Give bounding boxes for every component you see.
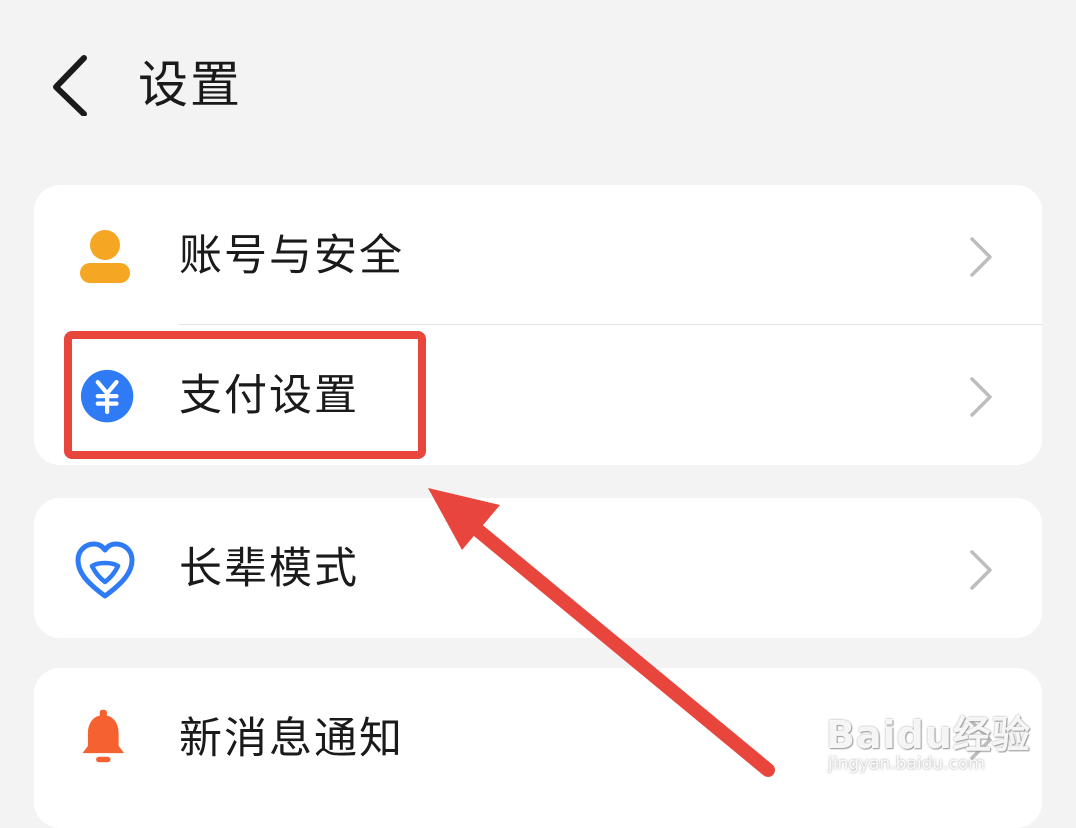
- settings-item-label: 长辈模式: [179, 544, 359, 594]
- header: 设置: [0, 0, 1076, 170]
- chevron-right-icon: [970, 237, 992, 277]
- bell-icon: [82, 709, 125, 763]
- back-button[interactable]: [44, 52, 104, 117]
- settings-item-label: 新消息通知: [179, 714, 404, 764]
- page-title: 设置: [138, 56, 242, 114]
- settings-item-elder-mode[interactable]: 长辈模式: [34, 498, 1042, 638]
- chevron-right-icon: [970, 377, 992, 417]
- watermark-url: jingyan.baidu.com: [828, 754, 985, 774]
- chevron-left-icon: [53, 55, 87, 117]
- watermark: Baidu经验 jingyan.baidu.com: [826, 690, 1046, 790]
- user-icon: [80, 230, 130, 283]
- heart-icon: [75, 541, 135, 599]
- settings-item-label: 账号与安全: [179, 231, 404, 281]
- highlight-box: [64, 331, 426, 459]
- settings-item-account-security[interactable]: 账号与安全: [34, 185, 1042, 325]
- settings-group-elder: 长辈模式: [34, 498, 1042, 638]
- chevron-right-icon: [970, 550, 992, 590]
- watermark-logo: Baidu经验: [826, 713, 1031, 757]
